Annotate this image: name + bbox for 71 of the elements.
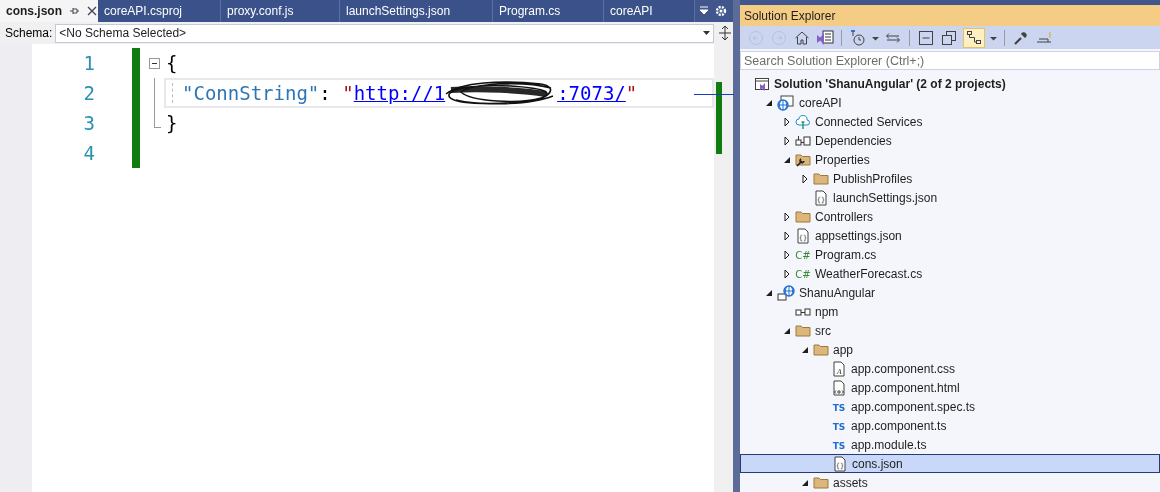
dropdown-icon — [699, 6, 709, 16]
line-number: 1 — [82, 52, 95, 74]
editor-tab[interactable]: proxy.conf.js — [221, 0, 340, 22]
code-line: "ConnString": "http://1 :7073/" — [182, 78, 638, 108]
wrench-folder-icon — [795, 151, 811, 168]
schema-dropdown[interactable]: <No Schema Selected> — [55, 23, 714, 43]
typescript-icon: TS — [831, 417, 847, 434]
link[interactable]: :7073/ — [557, 82, 626, 104]
tree-item[interactable]: app.component.html — [740, 378, 1160, 397]
schema-label: Schema: — [5, 26, 53, 40]
tree-item[interactable]: TS app.module.ts — [740, 435, 1160, 454]
tree-item[interactable]: npm — [740, 302, 1160, 321]
collapse-icon — [148, 57, 160, 69]
tree-item[interactable]: src — [740, 321, 1160, 340]
folder-icon — [813, 170, 829, 187]
link[interactable]: http://1 — [353, 82, 446, 104]
tree-view-icon[interactable] — [963, 27, 985, 48]
typescript-icon: TS — [831, 436, 847, 453]
tree-item[interactable]: Solution 'ShanuAngular' (2 of 2 projects) — [740, 74, 1160, 93]
tree-item[interactable]: Properties — [740, 150, 1160, 169]
folder-icon — [813, 474, 829, 491]
editor-tab[interactable]: Program.cs — [493, 0, 604, 22]
search-field[interactable]: Search Solution Explorer (Ctrl+;) — [740, 51, 1160, 70]
csharp-icon: C# — [795, 265, 811, 282]
tree-item[interactable]: PublishProfiles — [740, 169, 1160, 188]
csharp-icon: C# — [795, 246, 811, 263]
tree-item[interactable]: app — [740, 340, 1160, 359]
markup-file-icon — [831, 379, 847, 396]
line-number: 4 — [82, 142, 95, 164]
change-marker — [716, 82, 722, 154]
code-line: { — [166, 52, 178, 74]
clock-icon[interactable] — [849, 27, 867, 48]
typescript-icon: TS — [831, 398, 847, 415]
tree-item[interactable]: C# WeatherForecast.cs — [740, 264, 1160, 283]
editor-tab[interactable]: coreAPI.csproj — [98, 0, 221, 22]
tree-item[interactable]: TS app.component.spec.ts — [740, 397, 1160, 416]
pin-icon — [68, 5, 80, 17]
tree-item[interactable]: Controllers — [740, 207, 1160, 226]
tree-item[interactable]: assets — [740, 473, 1160, 492]
collapsed-arrow-icon[interactable] — [782, 249, 792, 260]
split-icon — [719, 26, 731, 40]
folder-icon — [795, 208, 811, 225]
indent-guide — [172, 83, 174, 103]
tree-item[interactable]: coreAPI — [740, 93, 1160, 112]
folder-icon — [795, 322, 811, 339]
tree-item[interactable]: TS app.component.ts — [740, 416, 1160, 435]
editor-tab[interactable]: launchSettings.json — [340, 0, 493, 22]
solution-icon — [754, 75, 770, 92]
tree-item[interactable]: Connected Services — [740, 112, 1160, 131]
line-number: 3 — [82, 112, 95, 134]
cloud-plug-icon — [795, 113, 811, 130]
tree-item[interactable]: C# Program.cs — [740, 245, 1160, 264]
editor-tab[interactable]: coreAPI — [604, 0, 695, 22]
code-line: } — [166, 112, 178, 134]
collapsed-arrow-icon[interactable] — [782, 135, 792, 146]
editor-tab[interactable]: cons.json — [0, 0, 98, 22]
caret-icon — [703, 31, 710, 35]
collapsed-arrow-icon[interactable] — [800, 173, 810, 184]
tree-item[interactable]: ShanuAngular — [740, 283, 1160, 302]
collapsed-arrow-icon[interactable] — [782, 211, 792, 222]
collapsed-arrow-icon[interactable] — [782, 116, 792, 127]
close-icon[interactable] — [86, 5, 98, 17]
line-number: 2 — [82, 82, 95, 104]
collapsed-arrow-icon[interactable] — [782, 230, 792, 241]
web-project-icon — [777, 94, 795, 111]
panel-title: Solution Explorer — [740, 4, 1160, 27]
folder-icon — [813, 341, 829, 358]
web-site-icon — [777, 284, 795, 301]
tree-item[interactable]: Dependencies — [740, 131, 1160, 150]
collapsed-arrow-icon[interactable] — [782, 268, 792, 279]
settings-icon — [715, 5, 727, 17]
